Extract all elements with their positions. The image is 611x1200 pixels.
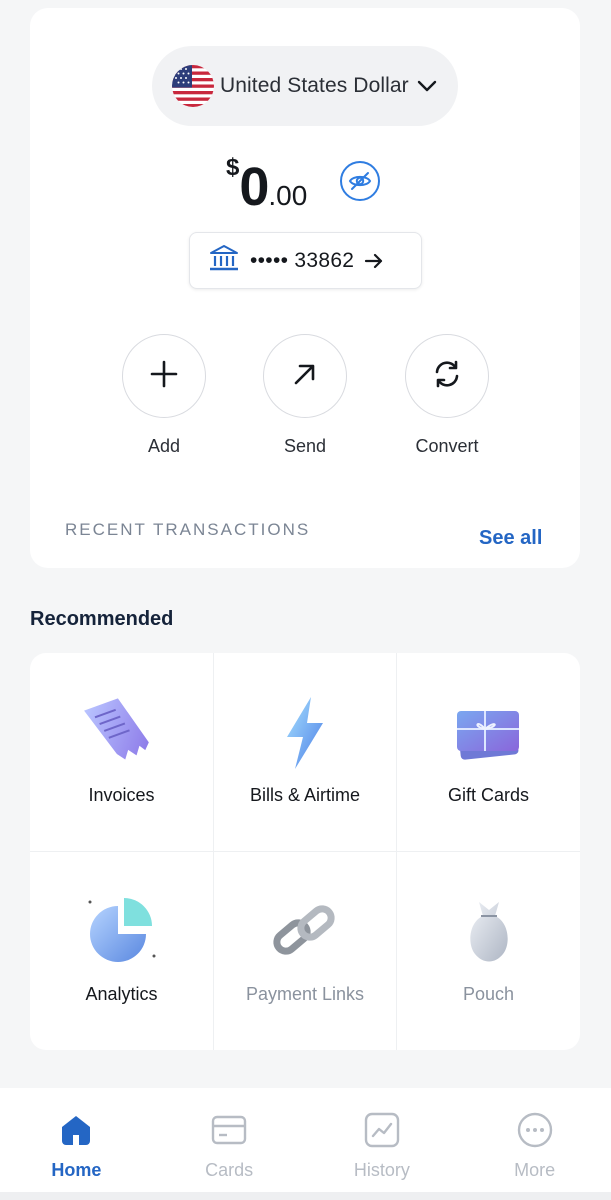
add-label: Add bbox=[147, 436, 181, 456]
tile-invoices[interactable]: Invoices bbox=[30, 653, 214, 852]
tab-label: Cards bbox=[205, 1160, 254, 1180]
masked-account-number: ••••• 33862 bbox=[250, 248, 355, 272]
arrow-up-right-icon bbox=[290, 359, 320, 394]
arrow-right-icon bbox=[364, 253, 384, 269]
tile-label: Pouch bbox=[462, 984, 515, 1004]
tile-label: Invoices bbox=[88, 785, 155, 805]
tile-label: Gift Cards bbox=[447, 785, 530, 805]
tile-bills-airtime[interactable]: Bills & Airtime bbox=[214, 653, 397, 852]
account-number-chip[interactable]: ••••• 33862 bbox=[189, 232, 422, 289]
plus-icon bbox=[148, 358, 180, 395]
currency-label: United States Dollar bbox=[220, 74, 409, 97]
pie-chart-icon bbox=[82, 892, 162, 972]
balance-amount: $ 0 .00 bbox=[226, 148, 307, 228]
refresh-icon bbox=[431, 358, 463, 395]
tile-analytics[interactable]: Analytics bbox=[30, 852, 214, 1050]
tab-label: Home bbox=[51, 1160, 102, 1180]
invoice-icon bbox=[82, 693, 162, 773]
gift-card-icon bbox=[449, 693, 529, 773]
balance-decimal: .00 bbox=[268, 180, 308, 211]
tab-home[interactable]: Home bbox=[0, 1088, 153, 1192]
us-flag-icon bbox=[172, 65, 214, 107]
convert-label: Convert bbox=[415, 436, 479, 456]
send-button[interactable] bbox=[263, 334, 347, 418]
tab-label: More bbox=[514, 1160, 556, 1180]
wallet-card: United States Dollar $ 0 .00 ••••• 33862… bbox=[30, 8, 580, 568]
eye-off-icon[interactable] bbox=[340, 161, 380, 201]
tab-more[interactable]: More bbox=[458, 1088, 611, 1192]
add-button[interactable] bbox=[122, 334, 206, 418]
convert-action[interactable]: Convert bbox=[405, 334, 489, 457]
convert-button[interactable] bbox=[405, 334, 489, 418]
currency-selector[interactable]: United States Dollar bbox=[152, 46, 458, 126]
tile-pouch[interactable]: Pouch bbox=[397, 852, 580, 1050]
tab-label: History bbox=[353, 1160, 410, 1180]
chevron-down-icon bbox=[417, 79, 437, 93]
tile-label: Bills & Airtime bbox=[249, 785, 361, 805]
tile-payment-links[interactable]: Payment Links bbox=[214, 852, 397, 1050]
balance-integer: 0 bbox=[239, 157, 269, 217]
send-label: Send bbox=[283, 436, 327, 456]
recommended-grid: Invoices Bills & Airtime Gift Cards Anal… bbox=[30, 653, 580, 1050]
link-icon bbox=[265, 892, 345, 972]
balance-currency-symbol: $ bbox=[226, 154, 240, 181]
more-icon bbox=[515, 1110, 555, 1150]
recent-transactions-heading: RECENT TRANSACTIONS bbox=[65, 520, 311, 539]
bottom-tab-bar: Home Cards History More bbox=[0, 1088, 611, 1192]
card-icon bbox=[209, 1110, 249, 1150]
tab-history[interactable]: History bbox=[306, 1088, 459, 1192]
send-action[interactable]: Send bbox=[263, 334, 347, 457]
tile-label: Analytics bbox=[85, 984, 158, 1004]
tab-cards[interactable]: Cards bbox=[153, 1088, 306, 1192]
add-action[interactable]: Add bbox=[122, 334, 206, 457]
lightning-icon bbox=[265, 693, 345, 773]
home-indicator-area bbox=[0, 1192, 611, 1200]
home-icon bbox=[56, 1110, 96, 1150]
tile-gift-cards[interactable]: Gift Cards bbox=[397, 653, 580, 852]
bank-icon bbox=[208, 243, 240, 278]
recommended-heading: Recommended bbox=[30, 608, 174, 630]
pouch-icon bbox=[449, 892, 529, 972]
see-all-link[interactable]: See all bbox=[479, 527, 542, 550]
chart-icon bbox=[362, 1110, 402, 1150]
tile-label: Payment Links bbox=[245, 984, 365, 1004]
